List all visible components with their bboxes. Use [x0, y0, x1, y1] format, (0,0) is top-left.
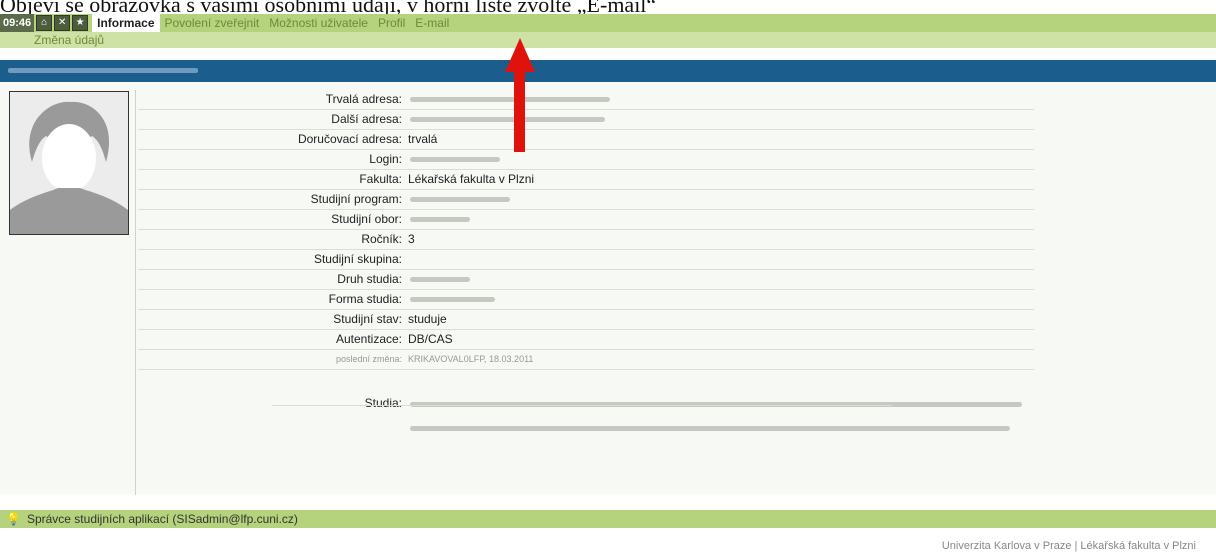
redacted-value [410, 217, 470, 222]
logout-icon[interactable]: ✕ [54, 15, 71, 31]
field-row: Druh studia: [138, 270, 1034, 290]
field-label: Login: [369, 152, 402, 166]
avatar-silhouette-icon [10, 92, 128, 234]
field-label: Ročník: [361, 232, 402, 246]
field-row: Další adresa: [138, 110, 1034, 130]
section-header [0, 60, 1216, 82]
home-icon[interactable]: ⌂ [36, 15, 53, 31]
field-label: Fakulta: [359, 172, 402, 186]
sub-navigation-bar: Změna údajů [0, 32, 1216, 48]
field-row: Autentizace: DB/CAS [138, 330, 1034, 350]
redacted-value [410, 297, 495, 302]
tab-email[interactable]: E-mail [410, 14, 454, 32]
red-arrow-icon [505, 38, 535, 72]
field-value: trvalá [408, 132, 438, 146]
copyright-text: Univerzita Karlova v Praze | Lékařská fa… [941, 540, 1196, 552]
field-label: Studijní program: [310, 192, 402, 206]
field-row: Forma studia: [138, 290, 1034, 310]
redacted-value [410, 97, 610, 102]
field-row: Studijní stav: studuje [138, 310, 1034, 330]
field-row: Login: [138, 150, 1034, 170]
tab-informace[interactable]: Informace [92, 14, 160, 32]
tab-povoleni-zverejnit[interactable]: Povolení zveřejnit [160, 14, 265, 32]
field-label: Autentizace: [335, 332, 402, 346]
tab-moznosti-uzivatele[interactable]: Možnosti uživatele [264, 14, 373, 32]
studia-divider [272, 404, 892, 406]
field-value: Lékařská fakulta v Plzni [408, 172, 535, 186]
field-row: Ročník: 3 [138, 230, 1034, 250]
field-label: Doručovací adresa: [297, 132, 402, 146]
field-row: Trvalá adresa: [138, 90, 1034, 110]
panel-divider [135, 90, 136, 495]
redacted-value [410, 426, 1010, 431]
studia-row: Studia: [138, 382, 1034, 434]
profile-photo-placeholder [9, 91, 129, 235]
field-value: 3 [408, 232, 415, 246]
field-row: poslední změna: KRIKAVOVAL0LFP, 18.03.20… [138, 350, 1034, 370]
redacted-title [8, 68, 198, 73]
favorite-icon[interactable]: ★ [72, 15, 89, 31]
field-label: poslední změna: [335, 354, 402, 364]
admin-contact-link[interactable]: Správce studijních aplikací (SISadmin@lf… [27, 512, 298, 526]
session-clock: 09:46 [0, 14, 35, 32]
lightbulb-icon: 💡 [6, 512, 21, 526]
redacted-value [410, 197, 510, 202]
field-row: Fakulta: Lékařská fakulta v Plzni [138, 170, 1034, 190]
field-row: Studijní skupina: [138, 250, 1034, 270]
field-label: Druh studia: [337, 272, 402, 286]
field-label: Studijní stav: [333, 312, 402, 326]
redacted-value [410, 117, 605, 122]
field-row: Studijní program: [138, 190, 1034, 210]
tab-profil[interactable]: Profil [373, 14, 410, 32]
footer-bar: 💡 Správce studijních aplikací (SISadmin@l… [0, 510, 1216, 528]
field-value: studuje [408, 312, 447, 326]
field-label: Studijní obor: [331, 212, 402, 226]
change-details-link[interactable]: Změna údajů [34, 33, 104, 47]
personal-info-panel: Trvalá adresa: Další adresa: Doručovací … [0, 82, 1216, 495]
field-label: Další adresa: [331, 112, 402, 126]
red-arrow-shaft [514, 70, 525, 152]
redacted-value [410, 277, 470, 282]
field-value: DB/CAS [408, 332, 453, 346]
field-label: Trvalá adresa: [325, 92, 402, 106]
field-row: Doručovací adresa: trvalá [138, 130, 1034, 150]
field-label: Forma studia: [328, 292, 402, 306]
field-value: KRIKAVOVAL0LFP, 18.03.2011 [408, 354, 534, 364]
field-row: Studijní obor: [138, 210, 1034, 230]
redacted-value [410, 157, 500, 162]
top-navigation-bar: 09:46 ⌂ ✕ ★ Informace Povolení zveřejnit… [0, 14, 1216, 32]
field-label: Studijní skupina: [313, 252, 402, 266]
